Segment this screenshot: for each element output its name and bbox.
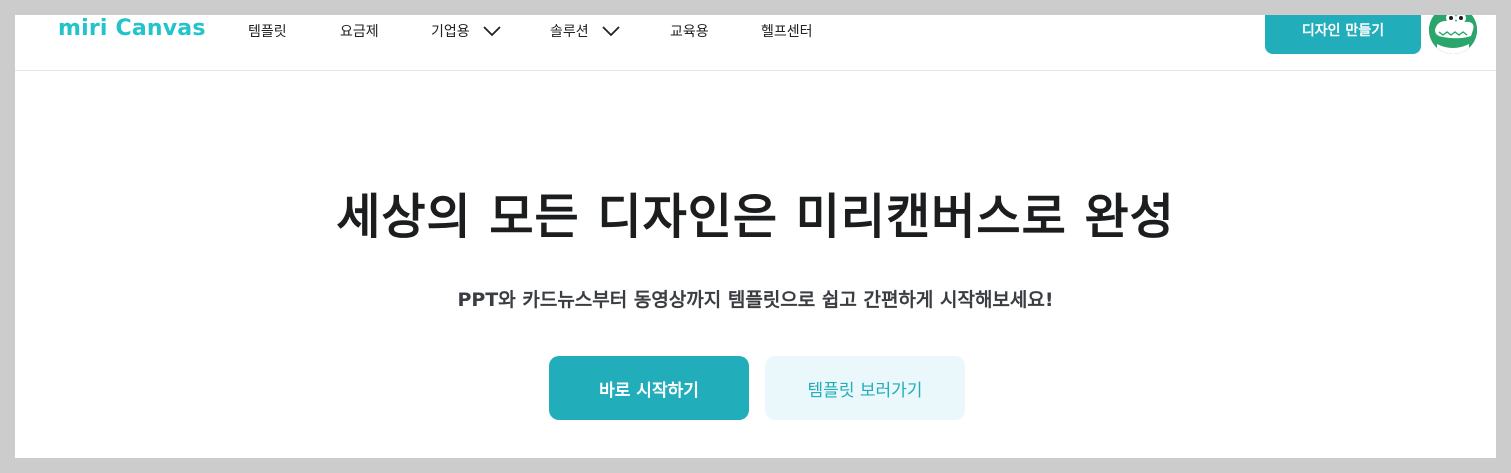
user-avatar[interactable]: [1429, 15, 1477, 54]
nav-item-label: 솔루션: [550, 24, 589, 40]
nav-item-help-center[interactable]: 헬프센터: [761, 21, 813, 41]
miricanvas-logo[interactable]: miri Canvas: [58, 16, 206, 41]
nav-item-label: 템플릿: [248, 24, 287, 40]
nav-item-enterprise[interactable]: 기업용: [431, 21, 502, 41]
chevron-down-icon: [483, 26, 501, 37]
nav-item-label: 헬프센터: [761, 24, 813, 40]
nav-item-pricing[interactable]: 요금제: [340, 21, 379, 41]
nav-item-label: 교육용: [670, 24, 709, 40]
nav-item-label: 기업용: [431, 24, 470, 40]
browser-viewport: miri Canvas 템플릿 요금제 기업용 솔루션 교육용 헬프센터 디자인…: [15, 15, 1496, 458]
nav-item-templates[interactable]: 템플릿: [248, 21, 287, 41]
site-header: miri Canvas 템플릿 요금제 기업용 솔루션 교육용 헬프센터 디자인…: [15, 15, 1496, 71]
nav-item-education[interactable]: 교육용: [670, 21, 709, 41]
hero-subtitle: PPT와 카드뉴스부터 동영상까지 템플릿으로 쉽고 간편하게 시작해보세요!: [457, 289, 1054, 311]
nav-item-label: 요금제: [340, 24, 379, 40]
nav-item-solutions[interactable]: 솔루션: [550, 21, 621, 41]
start-now-button[interactable]: 바로 시작하기: [549, 356, 749, 420]
crocodile-avatar-icon: [1429, 15, 1477, 54]
browse-templates-button[interactable]: 템플릿 보러가기: [765, 356, 965, 420]
chevron-down-icon: [602, 26, 620, 37]
create-design-button[interactable]: 디자인 만들기: [1265, 15, 1421, 54]
hero-title: 세상의 모든 디자인은 미리캔버스로 완성: [336, 189, 1175, 245]
